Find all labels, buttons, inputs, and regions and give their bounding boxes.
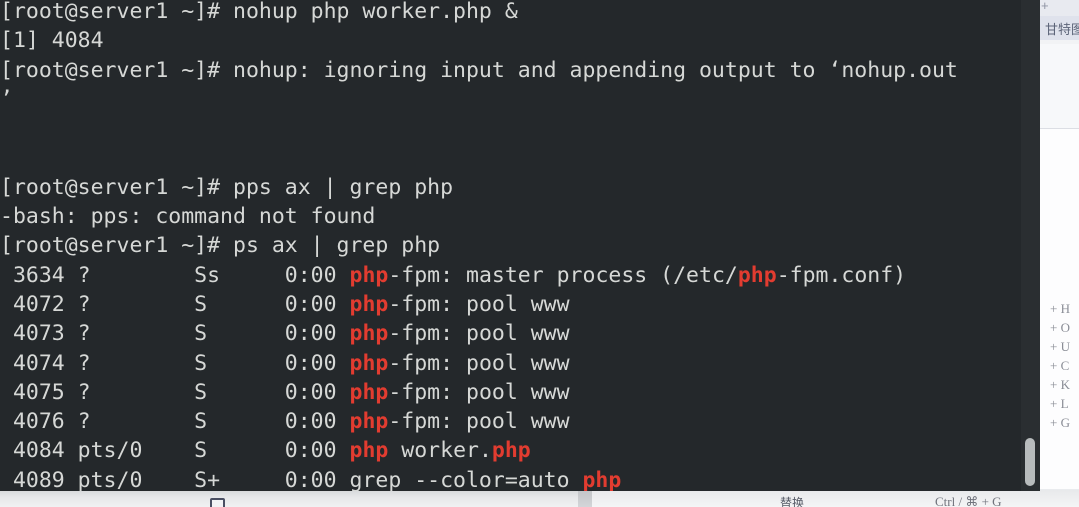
shortcut-hint-item: + L [1050,396,1069,411]
shortcut-hint-list: + H + O + U + C + K + L + G [1050,301,1070,430]
terminal-line: [root@server1 ~]# pps ax | grep php [0,173,1021,202]
background-checkbox[interactable] [210,498,225,507]
pane-split-handle[interactable] [578,490,592,507]
terminal-line-list: [root@server1 ~]# nohup php worker.php &… [0,0,1021,491]
shortcut-hint-item: + H [1050,301,1070,316]
terminal-line: -bash: pps: command not found [0,202,1021,231]
terminal-window[interactable]: [root@server1 ~]# nohup php worker.php &… [0,0,1040,491]
terminal-line: 4073 ? S 0:00 php-fpm: pool www [0,319,1021,348]
grep-match: php [737,262,777,288]
terminal-scrollbar-thumb[interactable] [1025,438,1035,486]
terminal-text: worker. [388,438,492,464]
terminal-line: 4074 ? S 0:00 php-fpm: pool www [0,349,1021,378]
grep-match: php [349,262,389,288]
terminal-text: -bash: pps: command not found [0,204,376,230]
terminal-text: [root@server1 ~]# ps ax | grep php [0,233,441,259]
terminal-text: 4072 ? S 0:00 [0,291,350,317]
screen-root: + 甘特图 + H + O + U + C + K + L + G 替换 Ctr… [0,0,1079,507]
terminal-text: -fpm.conf) [776,262,907,288]
add-tab-icon[interactable]: + [1041,0,1049,13]
terminal-text: 4084 pts/0 S 0:00 [0,438,350,464]
terminal-text: 4089 pts/0 S+ 0:00 grep --color=auto [0,467,583,491]
terminal-line: 4076 ? S 0:00 php-fpm: pool www [0,407,1021,436]
grep-match: php [349,321,389,347]
background-bottom-bar-right [592,490,1079,507]
terminal-text: 4075 ? S 0:00 [0,379,350,405]
grep-match: php [582,467,622,491]
terminal-line: 4084 pts/0 S 0:00 php worker.php [0,436,1021,465]
terminal-line: 4075 ? S 0:00 php-fpm: pool www [0,378,1021,407]
terminal-line: [root@server1 ~]# ps ax | grep php [0,231,1021,260]
terminal-text: ’ [0,86,13,112]
terminal-text: [root@server1 ~]# pps ax | grep php [0,174,454,200]
terminal-text: [1] 4084 [0,28,104,54]
background-tab-label: 甘特图 [1045,22,1079,37]
grep-match: php [491,438,531,464]
grep-match: php [349,350,389,376]
shortcut-hint-item: + G [1050,415,1070,430]
replace-shortcut-label: Ctrl / ⌘ + G [935,494,1002,507]
terminal-line: [root@server1 ~]# nohup: ignoring input … [0,56,1021,85]
grep-match: php [349,409,389,435]
shortcut-hint-item: + C [1050,358,1070,373]
terminal-text: -fpm: pool www [388,409,570,435]
terminal-text: 4074 ? S 0:00 [0,350,350,376]
grep-match: php [349,291,389,317]
terminal-text: [root@server1 ~]# nohup php worker.php & [0,0,518,24]
replace-label: 替换 [780,496,805,507]
terminal-line: 4089 pts/0 S+ 0:00 grep --color=auto php [0,466,1021,491]
terminal-text: 3634 ? Ss 0:00 [0,262,350,288]
terminal-text: -fpm: pool www [388,291,570,317]
terminal-line: 3634 ? Ss 0:00 php-fpm: master process (… [0,261,1021,290]
terminal-line: 4072 ? S 0:00 php-fpm: pool www [0,290,1021,319]
terminal-text: -fpm: master process (/etc/ [388,262,738,288]
terminal-line: [1] 4084 [0,26,1021,55]
terminal-text: 4076 ? S 0:00 [0,409,350,435]
shortcut-hint-item: + O [1050,320,1070,335]
terminal-line: [root@server1 ~]# nohup php worker.php & [0,0,1021,26]
terminal-output-area[interactable]: [root@server1 ~]# nohup php worker.php &… [0,0,1021,491]
grep-match: php [349,379,389,405]
terminal-text: [root@server1 ~]# nohup: ignoring input … [0,57,958,83]
grep-match: php [349,438,389,464]
terminal-text: 4073 ? S 0:00 [0,321,350,347]
terminal-text: -fpm: pool www [388,350,570,376]
terminal-line: ’ [0,85,1021,114]
terminal-text: -fpm: pool www [388,321,570,347]
terminal-scrollbar[interactable] [1021,0,1040,491]
terminal-text: -fpm: pool www [388,379,570,405]
shortcut-hint-item: + U [1050,339,1070,354]
shortcut-hint-item: + K [1050,377,1070,392]
